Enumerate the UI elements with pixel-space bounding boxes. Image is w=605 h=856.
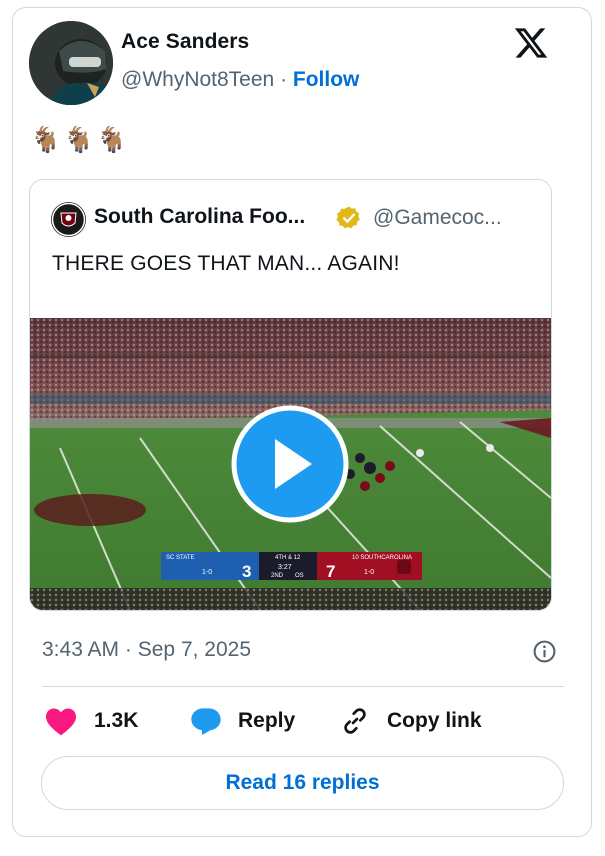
author-name[interactable]: Ace Sanders xyxy=(121,30,249,54)
time-text: 3:43 AM xyxy=(42,638,120,661)
separator-dot: · xyxy=(280,68,288,91)
timestamp[interactable]: 3:43 AM · Sep 7, 2025 xyxy=(42,638,251,662)
read-replies-label: Read 16 replies xyxy=(225,771,380,794)
like-button[interactable]: 1.3K xyxy=(44,703,138,739)
read-replies-button[interactable]: Read 16 replies xyxy=(41,756,564,810)
quoted-author-name[interactable]: South Carolina Foo... xyxy=(94,205,305,229)
away-score: 3 xyxy=(242,562,251,581)
quoted-author-handle[interactable]: @Gamecoc... xyxy=(373,206,502,230)
away-team-label: SC STATE xyxy=(166,555,194,561)
author-avatar[interactable] xyxy=(29,21,113,105)
away-record: 1-0 xyxy=(202,569,212,576)
tweet-text: 🐐🐐🐐 xyxy=(30,126,130,154)
video-player[interactable]: SC STATE 1-0 3 4TH & 12 3:27 2ND OS 7 10… xyxy=(30,318,551,610)
quoted-avatar[interactable] xyxy=(51,202,86,237)
down-distance: 4TH & 12 xyxy=(275,555,301,561)
like-count: 1.3K xyxy=(94,709,139,732)
play-button-icon[interactable] xyxy=(231,405,349,523)
reply-button[interactable]: Reply xyxy=(190,703,295,739)
link-icon xyxy=(344,708,366,734)
heart-icon xyxy=(46,708,76,736)
quoted-tweet-text: THERE GOES THAT MAN... AGAIN! xyxy=(52,252,400,275)
reply-bubble-icon xyxy=(191,708,221,735)
copy-link-button[interactable]: Copy link xyxy=(339,703,482,739)
info-icon[interactable] xyxy=(532,639,557,664)
separator-dot: · xyxy=(124,638,132,661)
verified-badge-icon xyxy=(336,206,360,229)
home-score: 7 xyxy=(326,562,335,581)
scorebug: SC STATE 1-0 3 4TH & 12 3:27 2ND OS 7 10… xyxy=(161,552,422,581)
author-handle-row: @WhyNot8Teen · Follow xyxy=(121,68,359,92)
x-logo-icon[interactable] xyxy=(513,25,549,61)
home-record: 1-0 xyxy=(364,569,374,576)
quoted-tweet[interactable]: South Carolina Foo... @Gamecoc... THERE … xyxy=(29,179,552,611)
date-text: Sep 7, 2025 xyxy=(137,638,252,661)
timeouts: OS xyxy=(295,573,304,579)
reply-label: Reply xyxy=(238,709,296,732)
copy-link-label: Copy link xyxy=(387,709,482,732)
divider xyxy=(42,686,564,687)
quarter: 2ND xyxy=(271,573,284,579)
follow-link[interactable]: Follow xyxy=(293,68,360,91)
author-handle[interactable]: @WhyNot8Teen xyxy=(121,68,274,91)
game-clock: 3:27 xyxy=(278,564,292,571)
